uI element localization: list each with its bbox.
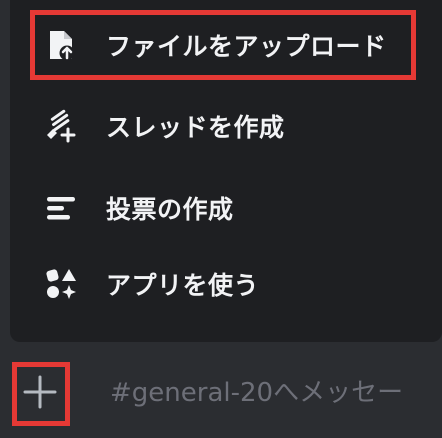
poll-icon — [44, 191, 78, 225]
menu-item-use-apps[interactable]: アプリを使う — [10, 256, 442, 312]
apps-icon — [44, 267, 78, 301]
thread-create-icon — [44, 109, 78, 143]
menu-item-create-poll[interactable]: 投票の作成 — [10, 180, 442, 236]
add-attachment-button[interactable] — [22, 374, 58, 410]
menu-item-label: アプリを使う — [106, 271, 260, 300]
file-upload-icon — [44, 28, 78, 62]
menu-item-label: スレッドを作成 — [106, 113, 285, 142]
menu-item-label: ファイルをアップロード — [106, 32, 387, 61]
message-input[interactable]: #general-20へメッセー — [110, 372, 403, 409]
attach-menu: ファイルをアップロード スレッドを作成 投票の作成 アプリを使う — [10, 0, 442, 342]
menu-item-upload-file[interactable]: ファイルをアップロード — [10, 17, 442, 73]
plus-icon — [23, 375, 57, 409]
menu-item-label: 投票の作成 — [106, 195, 234, 224]
menu-item-create-thread[interactable]: スレッドを作成 — [10, 98, 442, 154]
